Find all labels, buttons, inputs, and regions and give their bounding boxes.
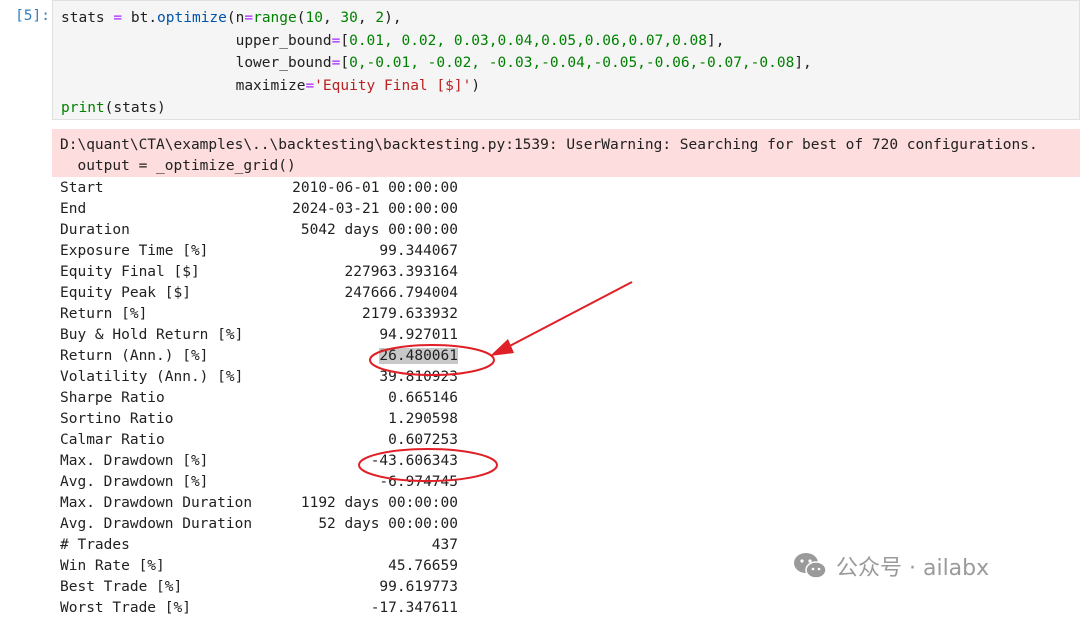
- arrow-head-icon: [490, 339, 514, 356]
- highlight-ellipse-return: [369, 344, 495, 376]
- watermark-text: 公众号 · ailabx: [836, 556, 990, 581]
- annotation-arrow: [501, 281, 633, 351]
- annotation-overlay: [358, 281, 633, 482]
- highlight-ellipse-drawdown: [358, 448, 498, 482]
- wechat-icon: [794, 553, 827, 579]
- watermark: 公众号 · ailabx: [792, 548, 989, 584]
